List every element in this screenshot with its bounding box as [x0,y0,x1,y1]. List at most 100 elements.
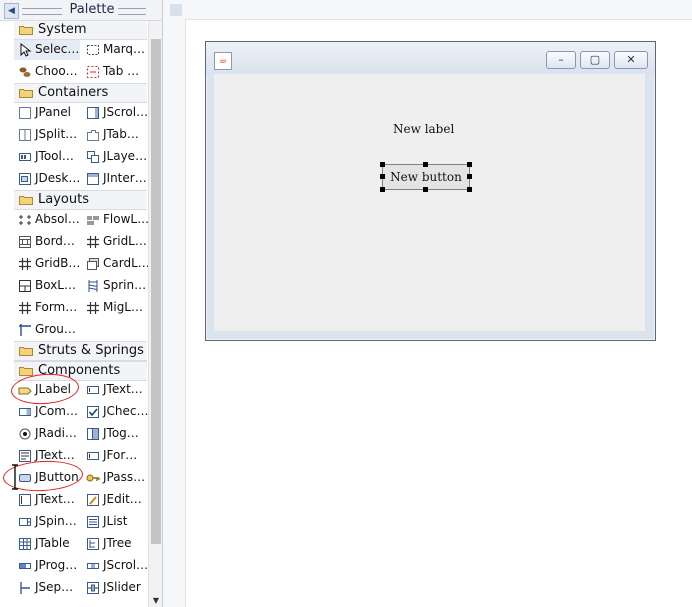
ruler-corner [170,4,182,16]
palette-item-jlist[interactable]: JList [82,512,148,532]
scroll-down-arrow-icon[interactable]: ▼ [150,595,162,607]
resize-handle[interactable] [467,162,472,167]
resize-handle[interactable] [380,174,385,179]
palette-item-jeditorpane[interactable]: JEdit… [82,490,148,510]
palette-item-label: CardL… [103,256,148,270]
palette-item-jtree[interactable]: JTree [82,534,148,554]
palette-item-jpanel[interactable]: JPanel [14,103,80,123]
combobox-icon [19,408,31,416]
palette-item-jdesktoppane[interactable]: JDesk… [14,169,80,189]
minimize-button[interactable]: – [546,51,576,69]
collapse-arrow-icon[interactable]: ◀ [4,3,19,19]
palette-item-label: JTable [35,536,70,550]
palette-item-jpasswordfield[interactable]: JPass… [82,468,148,488]
palette-item-gridbag-layout[interactable]: GridB… [14,254,80,274]
maximize-button[interactable]: ▢ [580,51,610,69]
category-containers[interactable]: Containers [14,83,147,103]
palette-item-jtextpane[interactable]: JText… [14,490,80,510]
palette-item-absolute-layout[interactable]: Absol… [14,210,80,230]
palette-item-border-layout[interactable]: Bord… [14,232,80,252]
splitpane-icon [19,129,31,141]
palette-item-grid-layout[interactable]: GridL… [82,232,148,252]
palette-header: ◀ Palette [0,0,162,21]
layeredpane-icon [87,151,99,163]
palette-item-card-layout[interactable]: CardL… [82,254,148,274]
formattedtext-icon [87,452,99,460]
close-button[interactable]: ✕ [614,51,648,69]
table-icon [19,538,31,550]
palette-item-label: Marq… [103,42,146,56]
palette-item-jsplitpane[interactable]: JSplit… [14,125,80,145]
resize-handle[interactable] [380,187,385,192]
palette-item-jlayeredpane[interactable]: JLaye… [82,147,148,167]
palette-item-label: JTab… [103,127,139,141]
palette-item-box-layout[interactable]: BoxL… [14,276,80,296]
palette-item-jtabbedpane[interactable]: JTab… [82,125,148,145]
category-layouts[interactable]: Layouts [14,190,147,210]
resize-handle[interactable] [423,162,428,167]
palette-item-spring-layout[interactable]: Sprin… [82,276,148,296]
category-system[interactable]: System [14,20,147,40]
palette-item-jscrollbar[interactable]: JScrol… [82,556,148,576]
palette-item-jcheckbox[interactable]: JChec… [82,402,148,422]
folder-icon [19,367,33,376]
category-label: Struts & Springs [38,343,144,358]
gridbag-layout-icon [19,258,31,270]
palette-item-label: Bord… [35,234,75,248]
resize-handle[interactable] [467,187,472,192]
palette-item-jcombobox[interactable]: JCom… [14,402,80,422]
panel-icon [19,107,31,119]
palette-item-label: JScrol… [103,105,148,119]
palette-item-form-layout[interactable]: Form… [14,298,80,318]
palette-item-jslider[interactable]: JSlider [82,578,148,598]
palette-item-jinternalframe[interactable]: JInter… [82,169,148,189]
textfield-icon [87,386,99,394]
palette-item-jtogglebutton[interactable]: JTog… [82,424,148,444]
resize-handle[interactable] [467,174,472,179]
palette-item-label: JText… [103,382,143,396]
palette-item-jformattedtextfield[interactable]: JFor… [82,446,148,466]
card-layout-icon [87,258,99,270]
palette-item-jseparator[interactable]: JSep… [14,578,80,598]
category-struts-springs[interactable]: Struts & Springs [14,341,147,361]
palette-item-jradiobutton[interactable]: JRadi… [14,424,80,444]
spinner-icon [19,518,31,526]
new-label[interactable]: New label [393,122,454,136]
palette-item-choose-component[interactable]: Choo… [14,62,80,82]
palette-item-tab-order[interactable]: Tab … [82,62,148,82]
palette-item-flow-layout[interactable]: FlowL… [82,210,148,230]
editorpane-icon [87,494,99,506]
palette-title: Palette [69,2,115,17]
palette-item-label: Form… [35,300,78,314]
jframe-preview[interactable]: ☕ – ▢ ✕ New label New button [205,41,656,341]
palette-item-label: Grou… [35,322,76,336]
resize-handle[interactable] [380,162,385,167]
palette-item-jtoolbar[interactable]: JTool… [14,147,80,167]
tabbedpane-icon [87,130,99,141]
palette-item-label: JList [103,514,128,528]
palette-item-group-layout[interactable]: Grou… [14,320,80,340]
palette-scrollbar[interactable]: ▼ [148,21,162,607]
palette-item-jspinner[interactable]: JSpin… [14,512,80,532]
palette-item-jprogressbar[interactable]: JProg… [14,556,80,576]
textpane-icon [19,494,31,506]
palette-item-mig-layout[interactable]: MigL… [82,298,148,318]
palette-item-selection[interactable]: Selec… [14,40,80,60]
resize-handle[interactable] [423,187,428,192]
design-side-ruler [163,19,186,607]
palette-item-label: JSlider [103,580,141,594]
palette-item-marquee[interactable]: Marq… [82,40,148,60]
frame-content-pane[interactable]: New label New button [214,74,645,331]
folder-icon [19,347,33,356]
frame-title-bar[interactable]: ☕ – ▢ ✕ [206,42,655,74]
scrollbar-thumb[interactable] [151,39,161,544]
palette-item-jscrollpane[interactable]: JScrol… [82,103,148,123]
palette-item-label: JChec… [103,404,148,418]
palette-item-jtable[interactable]: JTable [14,534,80,554]
category-label: Layouts [38,192,89,207]
palette-item-label: GridB… [35,256,80,270]
palette-item-label: JInter… [103,171,147,185]
border-layout-icon [19,236,31,248]
grip-left-icon [22,8,62,15]
palette-item-jtextfield[interactable]: JText… [82,380,148,400]
